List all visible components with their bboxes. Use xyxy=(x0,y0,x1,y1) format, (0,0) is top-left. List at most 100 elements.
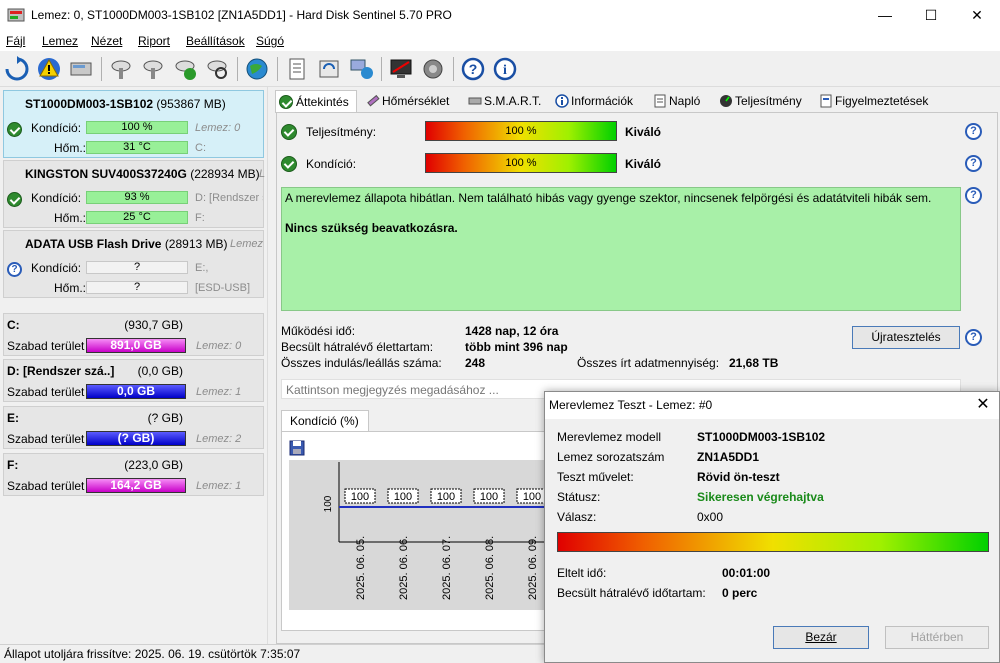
help-icon[interactable]: ? xyxy=(965,123,982,140)
volume-disk: Lemez: 1 xyxy=(196,480,242,492)
tab-information[interactable]: Információk xyxy=(551,90,633,112)
window-title: Lemez: 0, ST1000DM003-1SB102 [ZN1A5DD1] … xyxy=(31,8,452,22)
refresh-icon[interactable] xyxy=(4,56,30,82)
toolbar-separator xyxy=(101,57,102,81)
remaining-time-value: 0 perc xyxy=(722,586,758,600)
globe-icon[interactable] xyxy=(244,56,270,82)
disk-size: (953867 MB) xyxy=(156,97,226,111)
tab-label: Figyelmeztetések xyxy=(835,94,929,108)
volume-card-e[interactable]: E: (? GB) Szabad terület (? GB) Lemez: 2 xyxy=(3,406,264,449)
model-label: Merevlemez modell xyxy=(557,430,662,444)
network-icon[interactable] xyxy=(348,56,374,82)
volume-card-d[interactable]: D: [Rendszer szá..] (0,0 GB) Szabad terü… xyxy=(3,359,264,402)
close-window-button[interactable]: ✕ xyxy=(954,0,1000,31)
disk-search-icon[interactable] xyxy=(204,56,230,82)
data-label: 100 xyxy=(437,491,455,503)
free-space-bar: 891,0 GB xyxy=(86,338,186,353)
menu-file[interactable]: Fájl xyxy=(6,34,25,48)
svg-text:?: ? xyxy=(469,61,478,77)
menu-view[interactable]: Nézet xyxy=(91,34,122,48)
tab-alerts[interactable]: Figyelmeztetések xyxy=(815,90,928,112)
volume-name: E: xyxy=(7,411,19,425)
disk-size: (228934 MB) xyxy=(190,167,260,181)
menu-disk[interactable]: Lemez xyxy=(42,34,78,48)
help-icon[interactable]: ? xyxy=(965,329,982,346)
volume-size: (? GB) xyxy=(147,411,183,425)
disk-size-suffix: L xyxy=(259,168,266,180)
x-tick-label: 2025. 06. 05. xyxy=(355,536,367,600)
background-button[interactable]: Háttérben xyxy=(885,626,989,649)
condition-bar: 100 % xyxy=(86,121,188,134)
tab-log[interactable]: Napló xyxy=(649,90,700,112)
uptime-value: 1428 nap, 12 óra xyxy=(465,324,559,338)
test-progress-bar xyxy=(557,532,989,552)
tab-label: Napló xyxy=(669,94,701,108)
dialog-title: Merevlemez Teszt - Lemez: #0 xyxy=(549,398,713,412)
serial-label: Lemez sorozatszám xyxy=(557,450,665,464)
disk-test-icon[interactable] xyxy=(140,56,166,82)
free-space-label: Szabad terület xyxy=(7,479,85,493)
disk-partitions-2: F: xyxy=(195,212,205,224)
report-icon[interactable] xyxy=(284,56,310,82)
data-label: 100 xyxy=(351,491,369,503)
elapsed-label: Eltelt idő: xyxy=(557,566,607,580)
maximize-button[interactable]: ☐ xyxy=(908,0,954,31)
disk-card-2[interactable]: ADATA USB Flash Drive (28913 MB) Lemez ?… xyxy=(3,230,264,298)
health-summary: A merevlemez állapota hibátlan. Nem talá… xyxy=(281,187,961,311)
volume-size: (223,0 GB) xyxy=(124,458,183,472)
minimize-button[interactable]: — xyxy=(862,0,908,31)
y-tick-label: 100 xyxy=(323,495,334,512)
tab-performance[interactable]: Teljesítmény xyxy=(715,90,802,112)
tab-smart[interactable]: S.M.A.R.T. xyxy=(464,90,541,112)
menu-report[interactable]: Riport xyxy=(138,34,170,48)
volume-name: F: xyxy=(7,458,19,472)
warning-icon[interactable] xyxy=(36,56,62,82)
status-label: Státusz: xyxy=(557,490,601,504)
volume-card-c[interactable]: C: (930,7 GB) Szabad terület 891,0 GB Le… xyxy=(3,313,264,356)
info-icon[interactable]: i xyxy=(492,56,518,82)
temperature-label: Hőm.: xyxy=(54,281,87,295)
performance-bar: 100 % xyxy=(425,121,617,141)
retest-button[interactable]: Újratesztelés xyxy=(852,326,960,349)
ok-check-icon xyxy=(279,95,293,109)
dialog-close-icon[interactable]: ✕ xyxy=(971,394,995,416)
response-label: Válasz: xyxy=(557,510,597,524)
help-icon[interactable]: ? xyxy=(965,155,982,172)
volume-name: D: [Rendszer szá..] xyxy=(7,364,115,378)
sound-icon[interactable] xyxy=(420,56,446,82)
disk-tool-icon[interactable] xyxy=(108,56,134,82)
question-icon: ? xyxy=(7,262,22,277)
tab-temperature[interactable]: Hőmérséklet xyxy=(362,90,449,112)
data-label: 100 xyxy=(480,491,498,503)
x-tick-label: 2025. 06. 06. xyxy=(398,536,410,600)
app-window: Lemez: 0, ST1000DM003-1SB102 [ZN1A5DD1] … xyxy=(0,0,1000,663)
disk-card-0[interactable]: ST1000DM003-1SB102 (953867 MB) Kondíció:… xyxy=(3,90,264,158)
disk-test-dialog: Merevlemez Teszt - Lemez: #0 ✕ Merevleme… xyxy=(544,391,1000,663)
disk-drive-icon[interactable] xyxy=(68,56,94,82)
volume-disk: Lemez: 1 xyxy=(196,386,242,398)
save-icon[interactable] xyxy=(289,440,305,456)
chart-tab-condition[interactable]: Kondíció (%) xyxy=(281,410,369,432)
disk-ok-icon[interactable] xyxy=(172,56,198,82)
disk-card-1[interactable]: KINGSTON SUV400S37240G (228934 MB) L Kon… xyxy=(3,160,266,228)
menu-settings[interactable]: Beállítások xyxy=(186,34,245,48)
volume-disk: Lemez: 0 xyxy=(196,340,242,352)
monitor-icon[interactable] xyxy=(388,56,414,82)
condition-rating: Kiváló xyxy=(625,157,662,171)
disk-partitions-2: [ESD-USB] xyxy=(195,282,251,294)
tab-overview[interactable]: Áttekintés xyxy=(275,90,357,113)
disk-index: Lemez: 0 xyxy=(195,122,241,134)
help-icon[interactable]: ? xyxy=(965,187,982,204)
close-button[interactable]: Bezár xyxy=(773,626,869,649)
condition-label: Kondíció: xyxy=(31,191,82,205)
sync-icon[interactable] xyxy=(316,56,342,82)
data-label: 100 xyxy=(523,491,541,503)
temperature-bar: 31 °C xyxy=(86,141,188,154)
menu-help[interactable]: Súgó xyxy=(256,34,284,48)
help-icon[interactable]: ? xyxy=(460,56,486,82)
volume-size: (930,7 GB) xyxy=(124,318,183,332)
volume-card-f[interactable]: F: (223,0 GB) Szabad terület 164,2 GB Le… xyxy=(3,453,264,496)
log-icon xyxy=(654,94,666,108)
panel-splitter[interactable] xyxy=(267,87,273,644)
toolbar-separator xyxy=(237,57,238,81)
